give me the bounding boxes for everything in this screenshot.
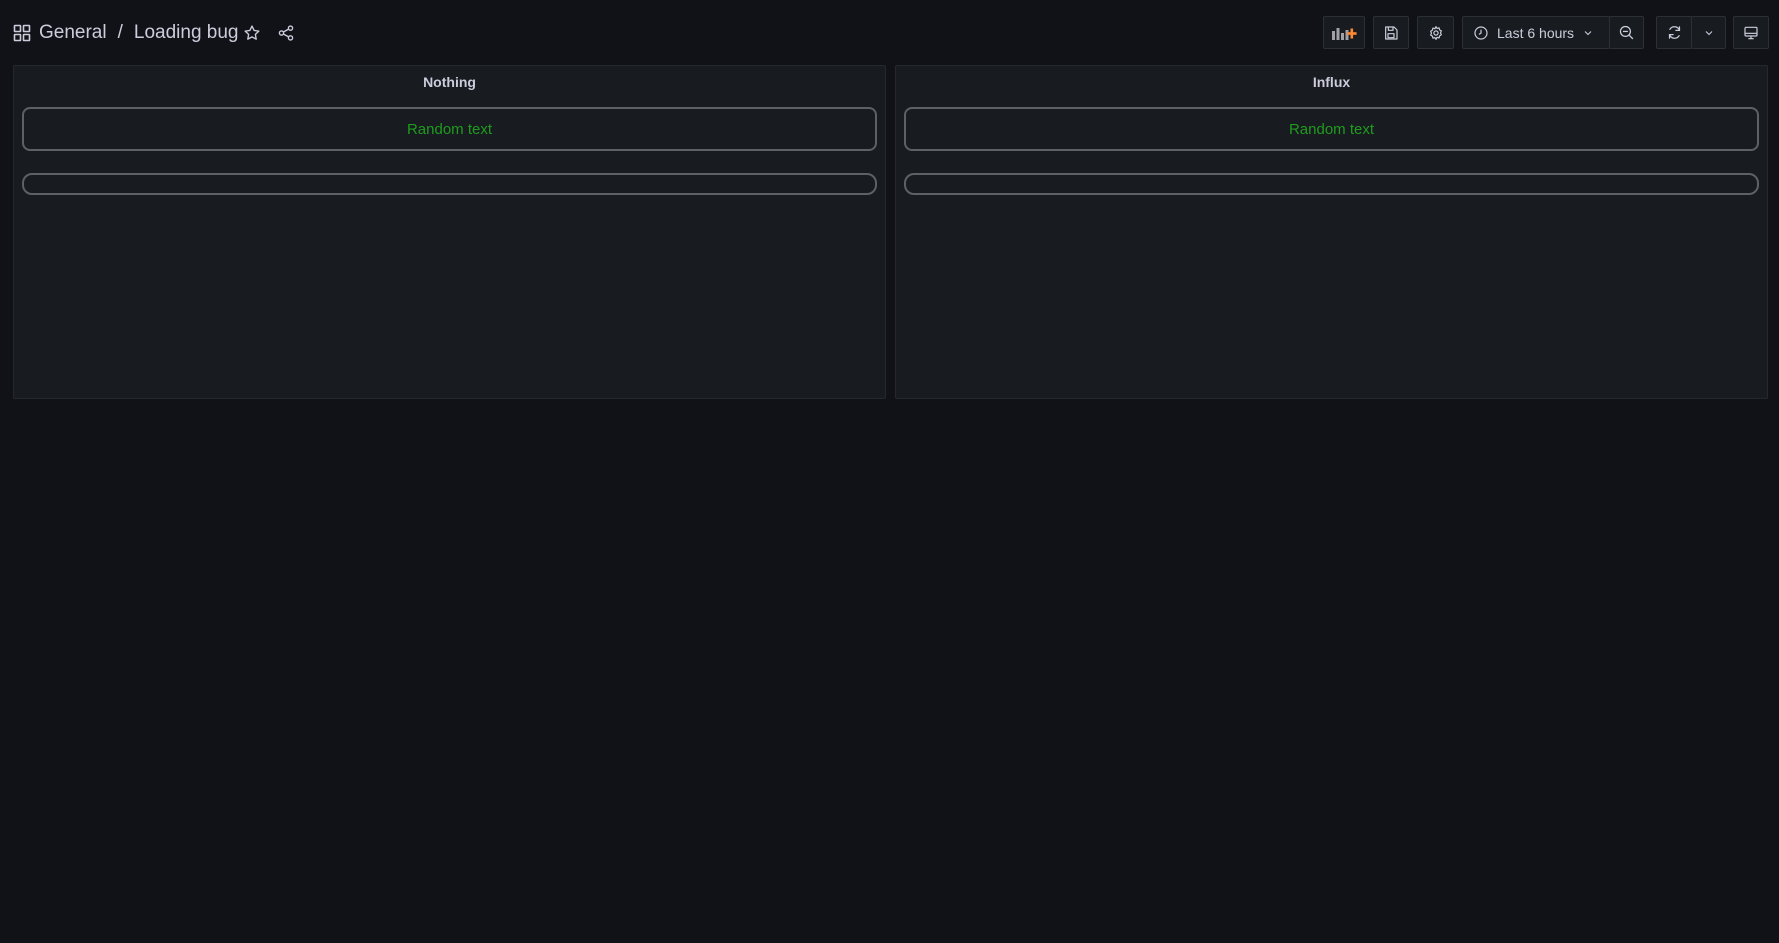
time-range-picker[interactable]: Last 6 hours [1462, 16, 1610, 49]
monitor-icon [1743, 25, 1759, 41]
gear-icon [1428, 25, 1444, 41]
add-panel-icon [1331, 25, 1357, 41]
zoom-out-icon [1618, 24, 1635, 41]
tv-mode-button[interactable] [1733, 16, 1769, 49]
top-navbar: General / Loading bug Last 6 hours [0, 0, 1779, 66]
refresh-button[interactable] [1656, 16, 1692, 49]
breadcrumb: General / Loading bug [13, 20, 239, 46]
chevron-down-icon [1582, 27, 1594, 39]
refresh-icon [1666, 24, 1683, 41]
panel-text: Random text [406, 120, 493, 138]
add-panel-button[interactable] [1323, 16, 1365, 49]
star-icon [243, 24, 261, 42]
panel-text-box: Random text [904, 107, 1759, 151]
panel-title[interactable]: Influx [896, 74, 1767, 90]
refresh-interval-dropdown[interactable] [1691, 16, 1726, 49]
save-dashboard-button[interactable] [1373, 16, 1409, 49]
dashboard-grid-icon[interactable] [13, 24, 31, 42]
panel-text: Random text [1288, 120, 1375, 138]
panel-text-box: Random text [22, 107, 877, 151]
breadcrumb-separator: / [117, 22, 123, 43]
chevron-down-icon [1703, 27, 1715, 39]
breadcrumb-folder[interactable]: General [39, 22, 107, 44]
breadcrumb-dashboard-title[interactable]: Loading bug [134, 22, 239, 44]
panel-influx[interactable]: Influx Random text [895, 65, 1768, 399]
panel-nothing[interactable]: Nothing Random text [13, 65, 886, 399]
share-button[interactable] [272, 19, 300, 47]
star-button[interactable] [238, 19, 266, 47]
panel-title[interactable]: Nothing [14, 74, 885, 90]
panel-empty-box [904, 173, 1759, 195]
panel-empty-box [22, 173, 877, 195]
zoom-out-button[interactable] [1609, 16, 1644, 49]
share-icon [277, 24, 295, 42]
clock-icon [1473, 25, 1489, 41]
save-icon [1383, 25, 1399, 41]
dashboard-settings-button[interactable] [1417, 16, 1454, 49]
time-range-label: Last 6 hours [1497, 24, 1575, 41]
